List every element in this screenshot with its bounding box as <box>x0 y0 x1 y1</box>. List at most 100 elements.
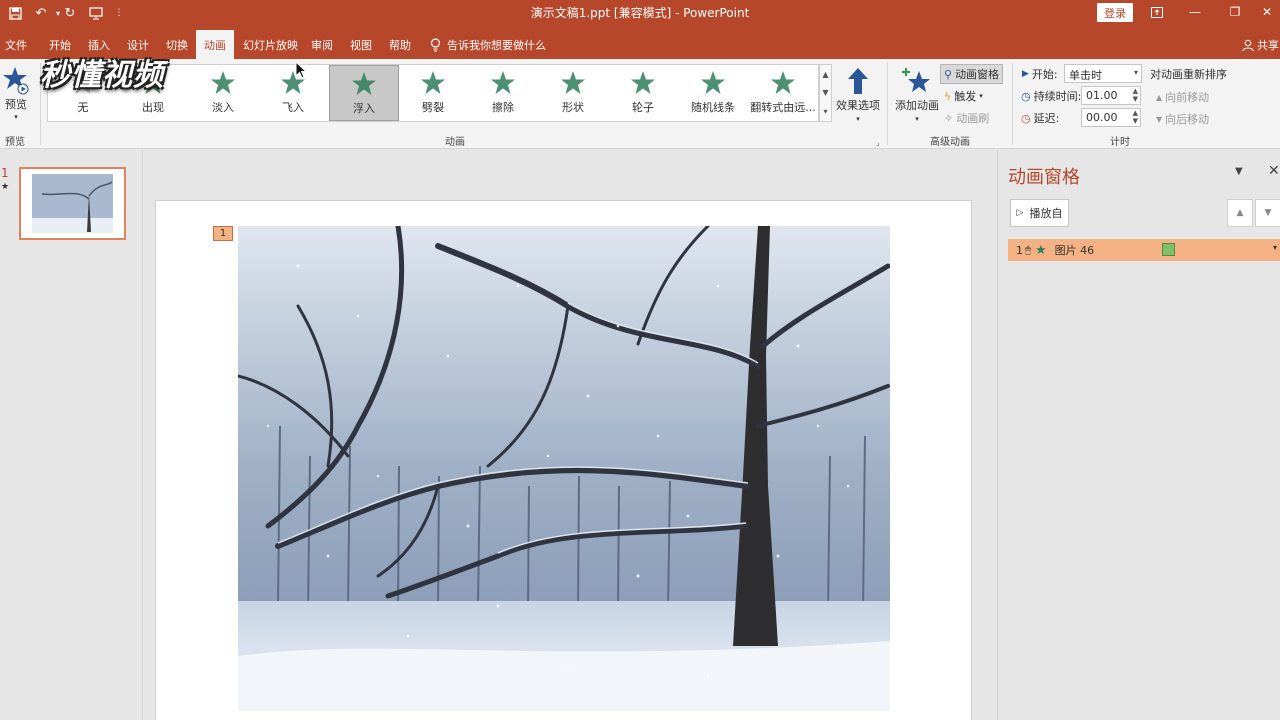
trigger-button[interactable]: ϟ 触发 ▾ <box>944 88 983 104</box>
share-button[interactable]: 共享 <box>1242 37 1279 53</box>
duration-value: 01.00 <box>1086 89 1118 102</box>
delay-spin-arrows[interactable]: ▲ ▼ <box>1133 109 1138 125</box>
add-animation-button[interactable]: 添加动画 ▾ <box>895 65 939 123</box>
share-label: 共享 <box>1257 39 1279 52</box>
anim-grow-turn[interactable]: 翻转式由远... <box>748 65 818 121</box>
thumbnail-image <box>32 174 113 233</box>
watermark-logo: 秒懂视频 <box>40 58 164 93</box>
start-dropdown-icon[interactable]: ▾ <box>1134 68 1138 77</box>
customize-toolbar-icon[interactable]: ⋮ <box>108 3 130 23</box>
add-star-icon <box>902 68 930 92</box>
save-icon[interactable] <box>4 3 26 23</box>
anim-wipe[interactable]: 擦除 <box>468 65 538 121</box>
start-combo[interactable]: 单击时 ▾ <box>1064 64 1142 83</box>
animation-star-icon <box>561 71 585 94</box>
tab-view[interactable]: 视图 <box>350 34 372 59</box>
delay-spinner[interactable]: 00.00 ▲ ▼ <box>1081 108 1141 127</box>
move-down-icon[interactable]: ▼ <box>1255 199 1280 227</box>
anim-wheel[interactable]: 轮子 <box>608 65 678 121</box>
tab-animations[interactable]: 动画 <box>196 30 234 59</box>
tell-me-search[interactable]: 告诉我你想要做什么 <box>430 37 546 53</box>
animation-pane-button[interactable]: ⚲ 动画窗格 <box>940 64 1004 84</box>
duration-spinner[interactable]: 01.00 ▲ ▼ <box>1081 86 1141 105</box>
move-up-icon[interactable]: ▲ <box>1227 199 1253 227</box>
animation-star-icon <box>352 72 376 95</box>
tab-transitions[interactable]: 切换 <box>166 34 188 59</box>
timing-group-label: 计时 <box>1110 137 1130 148</box>
animation-list-item[interactable]: 1 🖱 ★ 图片 46 ▾ <box>1008 239 1280 261</box>
tab-file[interactable]: 文件 <box>5 34 27 59</box>
anim-split[interactable]: 劈裂 <box>398 65 468 121</box>
tab-review[interactable]: 审阅 <box>311 34 333 59</box>
duration-spin-arrows[interactable]: ▲ ▼ <box>1133 87 1138 103</box>
animation-item-name: 图片 46 <box>1054 244 1095 257</box>
animation-star-icon <box>771 71 795 94</box>
move-later-button[interactable]: ▼ 向后移动 <box>1156 111 1209 127</box>
mouse-click-icon: 🖱 <box>1025 244 1031 256</box>
play-from-button[interactable]: ▷ 播放自 <box>1010 199 1069 227</box>
tell-me-text: 告诉我你想要做什么 <box>447 39 546 52</box>
slide-canvas: 1 <box>144 150 996 720</box>
gallery-scroll[interactable]: ▲ ▼ ▾ <box>819 64 832 122</box>
pane-options-icon[interactable]: ▼ <box>1235 166 1243 177</box>
tab-slideshow[interactable]: 幻灯片放映 <box>243 34 298 59</box>
animation-star-icon <box>701 71 725 94</box>
animation-timeline-bar <box>1162 243 1175 256</box>
delay-label: ◷ 延迟: <box>1021 111 1060 126</box>
restore-icon[interactable]: ❐ <box>1220 2 1250 22</box>
anim-fade[interactable]: 淡入 <box>188 65 258 121</box>
slide[interactable]: 1 <box>155 200 972 720</box>
minimize-icon[interactable]: — <box>1180 2 1210 22</box>
animation-pane-icon: ⚲ <box>944 67 953 81</box>
start-triangle-icon: ▶ <box>1022 69 1029 79</box>
delay-clock-icon: ◷ <box>1021 111 1031 125</box>
redo-icon[interactable]: ↻ <box>59 3 81 23</box>
lightbulb-icon <box>430 38 441 52</box>
effect-options-button[interactable]: 效果选项 ▾ <box>836 67 880 123</box>
ribbon-display-options-icon[interactable] <box>1142 2 1172 22</box>
effect-options-dropdown-icon: ▾ <box>856 115 860 123</box>
trigger-label: 触发 <box>954 90 977 103</box>
entrance-star-icon: ★ <box>1035 242 1047 258</box>
ribbon: 预览 ▾ 预览 无 出现 淡入 飞入 浮入 劈裂 擦除 形状 轮子 随机线条 翻转式由远... ▲ … <box>0 59 1280 149</box>
animation-pane-title: 动画窗格 <box>1008 167 1080 188</box>
play-icon: ▷ <box>1016 208 1024 218</box>
animation-label: 擦除 <box>492 101 514 114</box>
animation-item-order: 1 <box>1016 243 1023 257</box>
start-label: ▶ 开始: <box>1022 68 1058 81</box>
animation-label: 无 <box>77 101 89 114</box>
anim-fly-in[interactable]: 飞入 <box>258 65 328 121</box>
star-play-icon <box>3 67 29 95</box>
animation-painter-label: 动画刷 <box>956 112 990 125</box>
move-earlier-button[interactable]: ▲ 向前移动 <box>1156 89 1209 105</box>
anim-shape[interactable]: 形状 <box>538 65 608 121</box>
gallery-more-icon[interactable]: ▾ <box>823 107 827 116</box>
add-animation-dropdown-icon: ▾ <box>915 115 919 123</box>
tab-help[interactable]: 帮助 <box>389 34 411 59</box>
animation-item-dropdown-icon[interactable]: ▾ <box>1273 243 1277 252</box>
pane-close-icon[interactable]: ✕ <box>1268 163 1280 179</box>
snow-tree-picture[interactable] <box>238 226 890 711</box>
close-window-icon[interactable]: ✕ <box>1252 2 1280 22</box>
animation-pane: 动画窗格 ▼ ✕ ▷ 播放自 ▲ ▼ 1 🖱 ★ 图片 46 ▾ <box>997 150 1280 720</box>
slide-thumbnail[interactable] <box>19 167 126 240</box>
anim-random-bars[interactable]: 随机线条 <box>678 65 748 121</box>
animation-dialog-launcher-icon[interactable]: ⌟ <box>876 138 880 147</box>
lightning-icon: ϟ <box>944 89 952 103</box>
present-from-beginning-icon[interactable] <box>85 3 107 23</box>
gallery-up-icon[interactable]: ▲ <box>822 70 828 79</box>
animation-label: 翻转式由远... <box>750 101 816 114</box>
animation-order-tag[interactable]: 1 <box>213 226 233 241</box>
person-icon <box>1242 39 1254 51</box>
anim-float-in[interactable]: 浮入 <box>329 65 399 121</box>
preview-button[interactable]: 预览 ▾ <box>2 65 30 121</box>
duration-label: ◷ 持续时间: <box>1021 89 1082 104</box>
gallery-down-icon[interactable]: ▼ <box>822 88 828 97</box>
reorder-title: 对动画重新排序 <box>1150 68 1227 81</box>
animation-painter-button[interactable]: ✧ 动画刷 <box>944 110 989 126</box>
animation-label: 出现 <box>142 101 164 114</box>
animation-label: 形状 <box>562 101 584 114</box>
animation-label: 淡入 <box>212 101 234 114</box>
login-button[interactable]: 登录 <box>1097 3 1133 22</box>
title-bar: ↶ ▾ ↻ ⋮ 演示文稿1.ppt [兼容模式] - PowerPoint 登录… <box>0 0 1280 26</box>
